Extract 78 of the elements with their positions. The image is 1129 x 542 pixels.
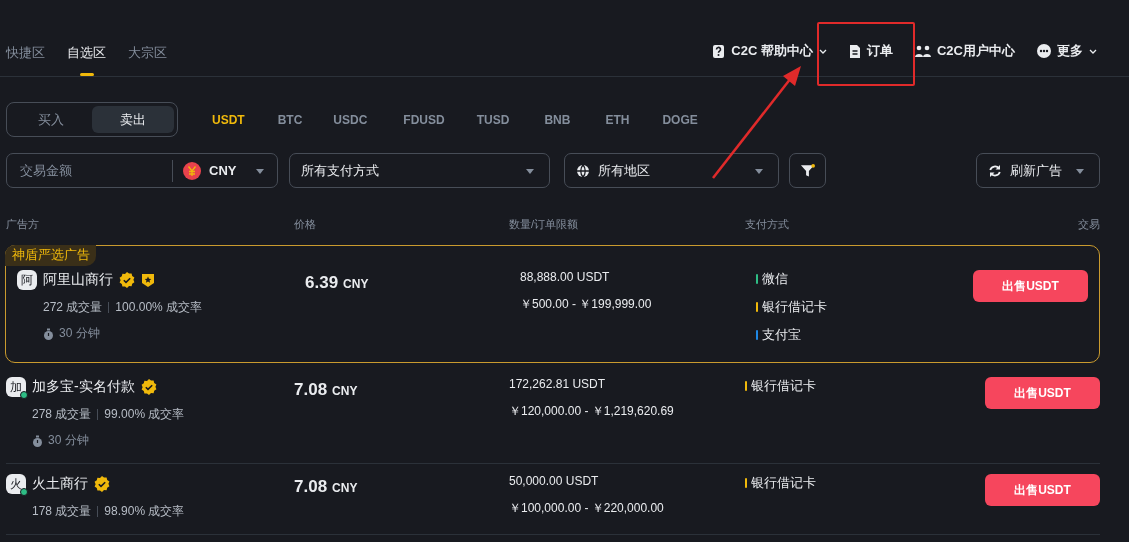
filter-icon — [800, 163, 815, 178]
price-currency: CNY — [343, 277, 369, 291]
completion-rate: 100.00% 成交率 — [115, 299, 203, 316]
price: 7.08 — [294, 380, 328, 400]
avatar: 火 — [6, 474, 26, 494]
asset-tab[interactable]: FDUSD — [403, 112, 445, 127]
region-dropdown[interactable]: 所有地区 — [564, 153, 779, 188]
payment-method: 银行借记卡 — [762, 298, 827, 316]
trade-count: 178 成交量 — [32, 503, 92, 520]
trade-count: 272 成交量 — [43, 299, 103, 316]
column-header: 价格 — [294, 217, 317, 232]
payment-method: 微信 — [762, 270, 788, 288]
yuan-coin-icon — [183, 161, 201, 180]
asset-tab[interactable]: USDC — [333, 112, 368, 127]
payment-method: 银行借记卡 — [751, 377, 816, 395]
order-limit: ￥120,000.00 - ￥1,219,620.69 — [509, 403, 675, 420]
asset-tab[interactable]: TUSD — [476, 112, 510, 127]
completion-rate: 99.00% 成交率 — [104, 406, 185, 423]
nav-link[interactable]: C2C 帮助中心 — [712, 42, 827, 60]
tab[interactable]: 大宗区 — [128, 42, 167, 76]
payment-time: 30 分钟 — [48, 432, 89, 449]
payment-dropdown[interactable]: 所有支付方式 — [289, 153, 550, 188]
payment-method: 支付宝 — [762, 326, 801, 344]
help-icon — [712, 43, 726, 59]
advertiser-name[interactable]: 火土商行 — [32, 475, 88, 493]
caret-icon — [255, 166, 265, 175]
column-header: 数量/订单限额 — [509, 217, 580, 232]
advertiser-name[interactable]: 阿里山商行 — [43, 271, 113, 289]
asset-tab[interactable]: USDT — [212, 112, 245, 127]
trade-side-tab[interactable]: 买入 — [10, 106, 92, 133]
document-icon — [849, 43, 861, 59]
more-icon — [1037, 44, 1051, 58]
price-currency: CNY — [332, 384, 358, 398]
price: 7.08 — [294, 477, 328, 497]
available-quantity: 172,262.81 USDT — [509, 377, 607, 391]
avatar: 加 — [6, 377, 26, 397]
price: 6.39 — [305, 273, 339, 293]
nav-link[interactable]: 订单 — [849, 42, 893, 60]
asset-tab[interactable]: DOGE — [662, 112, 698, 127]
tab[interactable]: 自选区 — [67, 42, 106, 76]
sell-button[interactable]: 出售USDT — [985, 474, 1100, 506]
stopwatch-icon — [32, 434, 43, 447]
column-header: 交易 — [1077, 217, 1100, 232]
available-quantity: 88,888.00 USDT — [520, 270, 611, 284]
stopwatch-icon — [43, 327, 54, 340]
currency-dropdown[interactable]: CNY — [183, 161, 265, 180]
nav-link[interactable]: C2C用户中心 — [915, 42, 1015, 60]
asset-tab[interactable]: BNB — [544, 112, 571, 127]
refresh-icon — [988, 163, 1002, 178]
caret-icon — [525, 166, 535, 175]
featured-badge: 神盾严选广告 — [5, 245, 96, 266]
globe-icon — [576, 163, 590, 178]
order-limit: ￥100,000.00 - ￥220,000.00 — [509, 500, 665, 517]
users-icon — [915, 44, 931, 58]
filter-button[interactable] — [789, 153, 826, 188]
sell-button[interactable]: 出售USDT — [985, 377, 1100, 409]
trade-side-tab[interactable]: 卖出 — [92, 106, 174, 133]
asset-tab[interactable]: ETH — [605, 112, 630, 127]
column-header: 支付方式 — [745, 217, 790, 232]
trade-count: 278 成交量 — [32, 406, 92, 423]
caret-icon — [1075, 166, 1085, 175]
asset-tab[interactable]: BTC — [277, 112, 303, 127]
payment-time: 30 分钟 — [59, 325, 100, 342]
amount-field[interactable]: 交易金额 — [18, 153, 172, 188]
advertiser-name[interactable]: 加多宝-实名付款 — [32, 378, 135, 396]
amount-currency-field[interactable]: 交易金额 CNY — [6, 153, 278, 188]
tab[interactable]: 快捷区 — [6, 42, 45, 76]
sell-button[interactable]: 出售USDT — [973, 270, 1088, 302]
payment-method: 银行借记卡 — [751, 474, 816, 492]
refresh-dropdown[interactable]: 刷新广告 — [976, 153, 1100, 188]
nav-link[interactable]: 更多 — [1037, 42, 1097, 60]
price-currency: CNY — [332, 481, 358, 495]
column-header: 广告方 — [6, 217, 40, 232]
completion-rate: 98.90% 成交率 — [104, 503, 185, 520]
caret-icon — [754, 166, 764, 175]
available-quantity: 50,000.00 USDT — [509, 474, 600, 488]
order-limit: ￥500.00 - ￥199,999.00 — [520, 296, 653, 313]
avatar: 阿 — [17, 270, 37, 290]
